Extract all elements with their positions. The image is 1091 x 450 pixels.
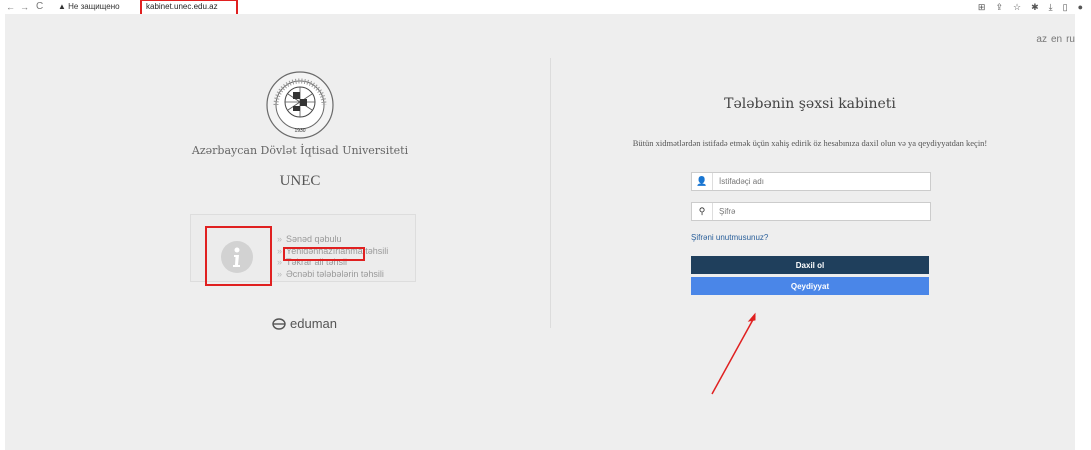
annotation-arrow (711, 312, 756, 395)
